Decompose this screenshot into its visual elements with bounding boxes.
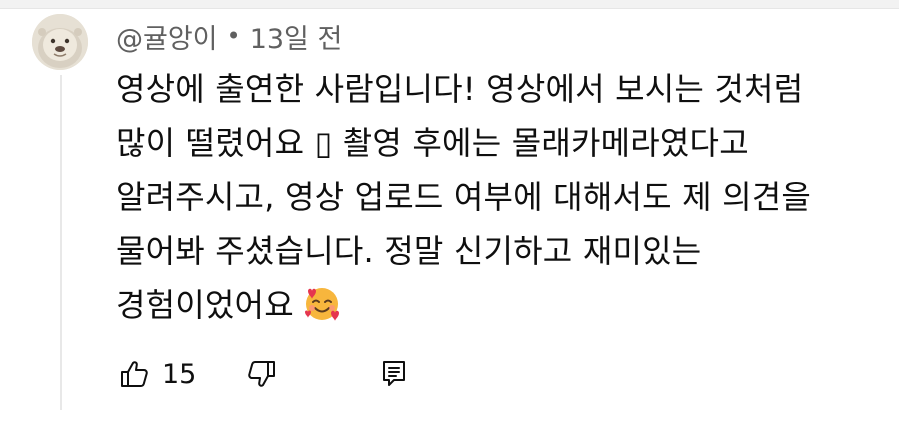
smiling-face-with-hearts-emoji [302,284,342,340]
comment-body: 영상에 출연한 사람입니다! 영상에서 보시는 것처럼 많이 떨렸어요 ▯ 촬영… [116,62,876,340]
thread-line [60,75,62,410]
avatar[interactable] [32,14,88,70]
thumbs-up-icon[interactable] [116,356,152,392]
comment-actions: 15 [116,352,412,396]
thumbs-down-icon[interactable] [244,356,280,392]
top-divider [0,0,899,9]
comment-line-1: 영상에 출연한 사람입니다! 영상에서 보시는 것처럼 [116,70,804,108]
comment-line-5: 경험이었어요 [116,286,294,324]
comment-line-2: 많이 떨렸어요 ▯ 촬영 후에는 몰래카메라였다고 [116,124,749,162]
meta-separator: • [226,22,241,50]
author-handle[interactable]: @귤앙이 [116,17,218,56]
comment-line-5-container: 경험이었어요 [116,278,876,340]
comment-time[interactable]: 13일 전 [250,17,343,56]
comment-line-4: 물어봐 주셨습니다. 정말 신기하고 재미있는 [116,232,702,270]
comment-line-3: 알려주시고, 영상 업로드 여부에 대해서도 제 의견을 [116,178,812,216]
like-count: 15 [162,358,197,390]
avatar-otter-image [32,14,88,70]
comment-header: @귤앙이 • 13일 전 [116,16,876,56]
reply-icon[interactable] [376,356,412,392]
comment: @귤앙이 • 13일 전 영상에 출연한 사람입니다! 영상에서 보시는 것처럼… [116,16,876,340]
